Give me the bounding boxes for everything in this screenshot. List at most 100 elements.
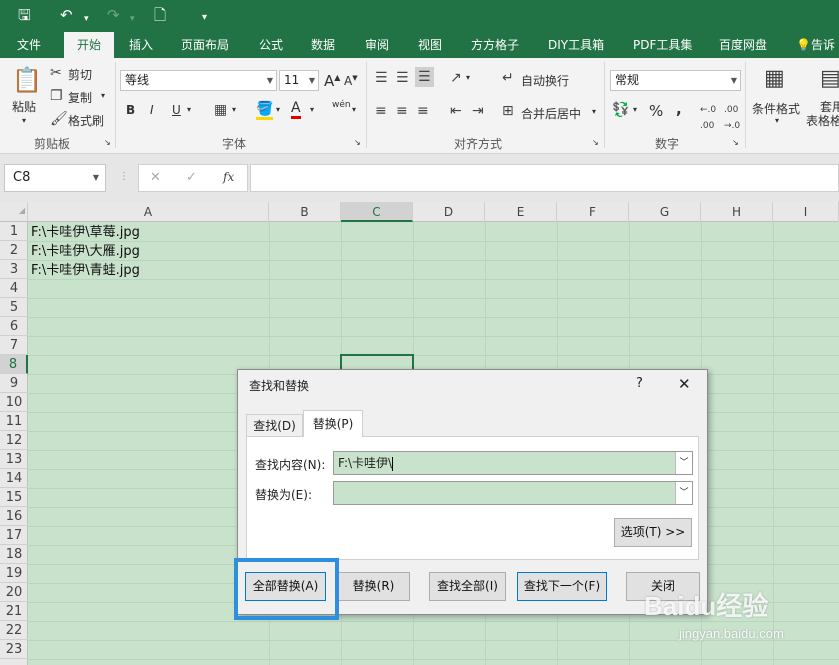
chevron-down-icon[interactable]: ﹀	[675, 452, 692, 474]
paste-dropdown-icon[interactable]: ▾	[22, 116, 26, 125]
row-header[interactable]: 7	[0, 336, 28, 355]
find-all-button[interactable]: 查找全部(I)	[429, 572, 506, 601]
copy-button[interactable]: 复制	[68, 89, 92, 106]
options-button[interactable]: 选项(T) >>	[614, 518, 692, 547]
tab-page-layout[interactable]: 页面布局	[181, 32, 229, 58]
align-center-icon[interactable]: ≡	[396, 103, 408, 119]
tab-ffgz[interactable]: 方方格子	[471, 32, 519, 58]
wrap-text-icon[interactable]: ↵	[502, 70, 514, 86]
row-header[interactable]: 18	[0, 545, 28, 564]
row-header[interactable]: 4	[0, 279, 28, 298]
find-what-input[interactable]: F:\卡哇伊\ ﹀	[333, 451, 693, 475]
redo-dropdown-icon[interactable]: ▾	[130, 10, 135, 28]
phonetic-button[interactable]: wén	[332, 100, 351, 110]
font-color-button[interactable]: A	[291, 101, 301, 119]
merge-dropdown-icon[interactable]: ▾	[592, 107, 596, 116]
conditional-dropdown-icon[interactable]: ▾	[775, 116, 779, 125]
fill-color-icon[interactable]: 🪣	[256, 101, 274, 120]
orientation-icon[interactable]: ↗	[450, 70, 462, 86]
clipboard-launcher-icon[interactable]: ↘	[104, 138, 111, 147]
tab-file[interactable]: 文件	[17, 32, 41, 58]
row-header[interactable]: 5	[0, 298, 28, 317]
comma-button[interactable]: ,	[676, 100, 682, 118]
column-header-g[interactable]: G	[629, 202, 701, 222]
tab-replace[interactable]: 替换(P)	[303, 410, 363, 437]
format-painter-button[interactable]: 格式刷	[68, 112, 104, 129]
replace-with-input[interactable]: ﹀	[333, 481, 693, 505]
font-launcher-icon[interactable]: ↘	[354, 138, 361, 147]
insert-function-icon[interactable]: fx	[223, 170, 234, 184]
row-header[interactable]: 20	[0, 583, 28, 602]
row-header[interactable]: 13	[0, 450, 28, 469]
tab-baidu[interactable]: 百度网盘	[719, 32, 767, 58]
row-header[interactable]: 8	[0, 355, 28, 374]
align-bottom-icon[interactable]: ☰	[415, 67, 434, 87]
merge-center-button[interactable]: 合并后居中	[521, 105, 581, 122]
row-header[interactable]: 17	[0, 526, 28, 545]
cut-icon[interactable]: ✂	[50, 65, 62, 81]
row-header[interactable]: 2	[0, 241, 28, 260]
row-header[interactable]: 22	[0, 621, 28, 640]
cell-a3[interactable]: F:\卡哇伊\青蛙.jpg	[31, 261, 140, 280]
tab-view[interactable]: 视图	[418, 32, 442, 58]
format-as-table-icon[interactable]: ▤	[820, 66, 839, 92]
row-header[interactable]: 16	[0, 507, 28, 526]
merge-center-icon[interactable]: ⊞	[502, 103, 514, 119]
chevron-down-icon[interactable]: ﹀	[675, 482, 692, 504]
row-header[interactable]: 3	[0, 260, 28, 279]
format-painter-icon[interactable]: 🖌	[50, 111, 68, 127]
tab-insert[interactable]: 插入	[129, 32, 153, 58]
font-color-dropdown-icon[interactable]: ▾	[310, 105, 314, 114]
grow-font-button[interactable]: A▲	[324, 72, 340, 90]
tab-home[interactable]: 开始	[64, 32, 114, 58]
undo-icon[interactable]: ↶	[60, 6, 73, 24]
row-header[interactable]: 12	[0, 431, 28, 450]
name-box[interactable]: C8 ▼	[4, 164, 106, 192]
conditional-format-icon[interactable]: ▦	[764, 66, 785, 92]
currency-icon[interactable]: 💱	[612, 102, 629, 118]
number-format-select[interactable]: 常规 ▼	[610, 70, 741, 91]
italic-button[interactable]: I	[150, 103, 154, 117]
align-middle-icon[interactable]: ☰	[396, 70, 409, 86]
find-next-button[interactable]: 查找下一个(F)	[517, 572, 607, 601]
cell-a2[interactable]: F:\卡哇伊\大雁.jpg	[31, 242, 140, 261]
copy-icon[interactable]: ❐	[50, 88, 63, 104]
font-size-select[interactable]: 11 ▼	[279, 70, 319, 91]
format-as-table-button[interactable]: 套用 表格格	[806, 100, 839, 128]
underline-button[interactable]: U	[172, 103, 181, 117]
tab-formulas[interactable]: 公式	[259, 32, 283, 58]
column-header-c[interactable]: C	[341, 202, 413, 222]
row-header[interactable]: 23	[0, 640, 28, 659]
alignment-launcher-icon[interactable]: ↘	[592, 138, 599, 147]
new-file-icon[interactable]: 🗋	[154, 6, 166, 24]
number-launcher-icon[interactable]: ↘	[732, 138, 739, 147]
currency-dropdown-icon[interactable]: ▾	[633, 105, 637, 114]
undo-dropdown-icon[interactable]: ▾	[84, 10, 89, 28]
copy-dropdown-icon[interactable]: ▾	[101, 91, 105, 100]
align-left-icon[interactable]: ≡	[375, 103, 387, 119]
tab-data[interactable]: 数据	[311, 32, 335, 58]
row-header[interactable]: 10	[0, 393, 28, 412]
row-header[interactable]: 6	[0, 317, 28, 336]
customize-icon[interactable]: ▾	[202, 9, 207, 27]
cancel-icon[interactable]: ✕	[150, 170, 161, 185]
help-button[interactable]: ?	[636, 376, 643, 391]
cut-button[interactable]: 剪切	[68, 66, 92, 83]
increase-indent-icon[interactable]: ⇥	[472, 103, 484, 119]
shrink-font-button[interactable]: A▼	[344, 74, 358, 88]
bold-button[interactable]: B	[126, 103, 135, 117]
border-dropdown-icon[interactable]: ▾	[232, 105, 236, 114]
redo-icon[interactable]: ↷	[107, 6, 120, 24]
decrease-decimal-icon[interactable]: .00 →.0	[724, 102, 740, 134]
tab-review[interactable]: 审阅	[365, 32, 389, 58]
column-header-f[interactable]: F	[557, 202, 629, 222]
decrease-indent-icon[interactable]: ⇤	[450, 103, 462, 119]
fill-dropdown-icon[interactable]: ▾	[276, 105, 280, 114]
column-header-i[interactable]: I	[773, 202, 839, 222]
align-top-icon[interactable]: ☰	[375, 70, 388, 86]
paste-button[interactable]: 粘贴	[12, 98, 36, 115]
tab-pdf[interactable]: PDF工具集	[633, 32, 692, 58]
column-header-e[interactable]: E	[485, 202, 557, 222]
font-name-select[interactable]: 等线 ▼	[120, 70, 277, 91]
paste-icon[interactable]: 📋	[12, 66, 42, 94]
